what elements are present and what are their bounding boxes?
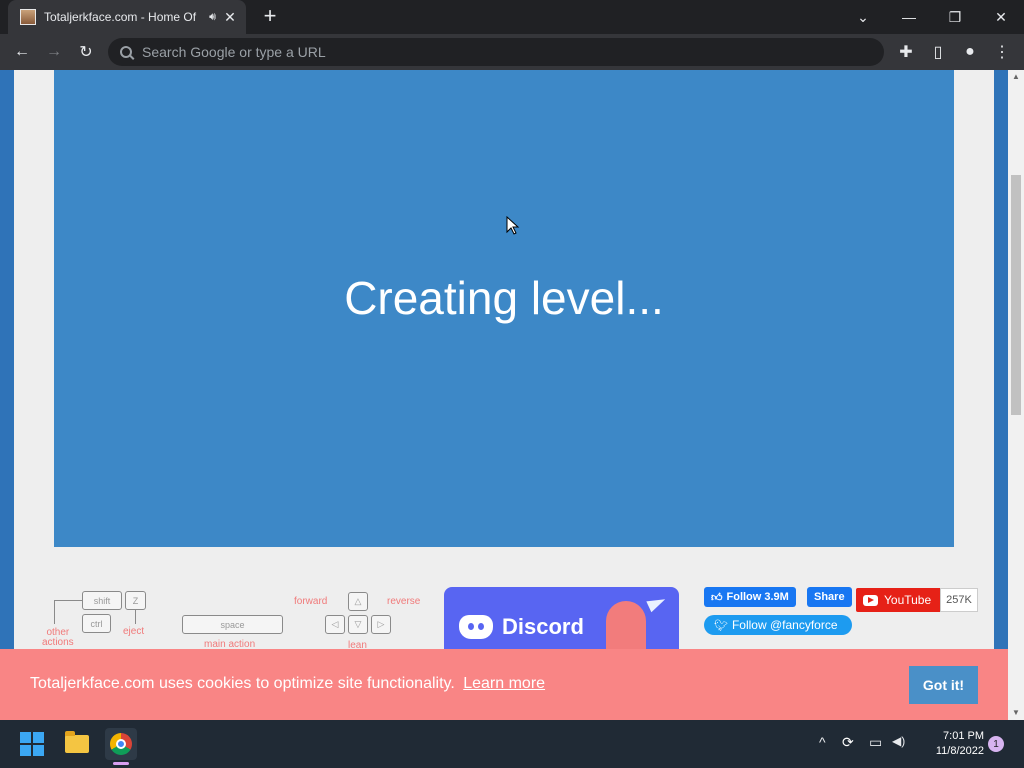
side-panel-icon[interactable]: ▯ <box>922 36 954 68</box>
extensions-icon[interactable]: ✚ <box>890 36 922 68</box>
key-right: ▷ <box>371 615 391 634</box>
taskbar: ^ ⟳ ▭ ◀) 7:01 PM 11/8/2022 1 <box>0 720 1024 768</box>
scroll-down-icon[interactable]: ▼ <box>1008 706 1024 720</box>
twitter-bird-icon: 🐦︎ <box>714 619 728 632</box>
facebook-follow-button[interactable]: 👍︎ Follow 3.9M <box>704 587 796 607</box>
tab-search-icon[interactable]: ⌄ <box>840 0 886 34</box>
tab-strip: Totaljerkface.com - Home Of 🔊︎ ✕ + ⌄ — ❐… <box>0 0 1024 34</box>
paper-plane-icon <box>646 593 668 613</box>
minimize-button[interactable]: — <box>886 0 932 34</box>
youtube-label: YouTube <box>884 593 932 607</box>
reload-button[interactable]: ↻ <box>70 36 102 68</box>
site-favicon-icon <box>20 9 36 25</box>
learn-more-link[interactable]: Learn more <box>463 675 545 692</box>
key-z: Z <box>125 591 146 610</box>
mouse-cursor-icon <box>506 216 520 235</box>
chrome-taskbar-button[interactable] <box>105 728 137 760</box>
folder-icon <box>65 731 89 753</box>
loading-text: Creating level... <box>344 271 664 324</box>
volume-icon[interactable]: ◀) <box>892 734 905 748</box>
cookie-banner: Totaljerkface.com uses cookies to optimi… <box>0 649 1008 720</box>
key-ctrl: ctrl <box>82 614 111 633</box>
network-icon[interactable]: ▭ <box>869 734 882 751</box>
youtube-subscriber-count: 257K <box>940 588 978 612</box>
discord-logo-icon <box>459 615 493 639</box>
menu-icon[interactable]: ⋮ <box>986 36 1018 68</box>
discord-banner[interactable]: Discord <box>444 587 679 657</box>
chrome-icon <box>110 733 132 755</box>
label-reverse: reverse <box>387 596 421 607</box>
start-button[interactable] <box>16 728 48 760</box>
game-canvas[interactable]: Creating level... <box>54 70 954 547</box>
back-button[interactable]: ← <box>6 36 38 68</box>
discord-label: Discord <box>502 614 584 639</box>
label-other-actions: other actions <box>42 627 74 648</box>
cookie-message: Totaljerkface.com uses cookies to optimi… <box>30 675 545 693</box>
sync-icon[interactable]: ⟳ <box>842 734 854 751</box>
key-shift: shift <box>82 591 122 610</box>
twitter-follow-label: Follow @fancyforce <box>731 618 838 632</box>
key-left: ◁ <box>325 615 345 634</box>
cookie-accept-button[interactable]: Got it! <box>909 666 978 704</box>
browser-tab[interactable]: Totaljerkface.com - Home Of 🔊︎ ✕ <box>8 0 246 34</box>
tab-close-icon[interactable]: ✕ <box>222 9 238 26</box>
window-close-button[interactable]: ✕ <box>978 0 1024 34</box>
file-explorer-button[interactable] <box>61 728 93 760</box>
key-down: ▽ <box>348 615 368 634</box>
clock-date: 11/8/2022 <box>935 745 984 757</box>
scroll-thumb[interactable] <box>1011 175 1021 415</box>
omnibox-input[interactable] <box>142 44 842 60</box>
key-up: △ <box>348 592 368 611</box>
window-controls: ⌄ — ❐ ✕ <box>840 0 1024 34</box>
search-icon <box>120 46 132 58</box>
system-clock[interactable]: 7:01 PM 11/8/2022 <box>918 729 984 759</box>
active-app-indicator <box>113 762 129 765</box>
label-eject: eject <box>123 626 145 637</box>
label-forward: forward <box>294 596 328 607</box>
cookie-message-text: Totaljerkface.com uses cookies to optimi… <box>30 675 455 692</box>
facebook-share-button[interactable]: Share <box>807 587 852 607</box>
tray-chevron-icon[interactable]: ^ <box>819 734 826 750</box>
youtube-subscribe-button[interactable]: YouTube <box>856 588 940 612</box>
clock-time: 7:01 PM <box>943 730 984 742</box>
forward-button[interactable]: → <box>38 36 70 68</box>
page-panel: Creating level... shift Z ctrl other act… <box>14 70 994 720</box>
speaker-icon[interactable]: 🔊︎ <box>209 11 216 24</box>
toolbar-right: ✚ ▯ ● ⋮ <box>890 36 1018 68</box>
address-bar[interactable] <box>108 38 884 66</box>
key-space: space <box>182 615 283 634</box>
page-viewport: Creating level... shift Z ctrl other act… <box>0 70 1008 720</box>
twitter-follow-button[interactable]: 🐦︎ Follow @fancyforce <box>704 615 852 635</box>
restore-button[interactable]: ❐ <box>932 0 978 34</box>
windows-logo-icon <box>20 732 44 756</box>
notification-badge[interactable]: 1 <box>988 736 1004 752</box>
tab-title: Totaljerkface.com - Home Of <box>44 10 197 24</box>
new-tab-button[interactable]: + <box>258 5 282 29</box>
profile-icon[interactable]: ● <box>954 36 986 68</box>
page-scrollbar[interactable]: ▲ ▼ <box>1008 70 1024 720</box>
thumbs-up-icon: 👍︎ <box>711 591 723 604</box>
browser-toolbar: ← → ↻ ✚ ▯ ● ⋮ <box>0 34 1024 70</box>
youtube-logo-icon <box>863 594 878 606</box>
scroll-up-icon[interactable]: ▲ <box>1008 70 1024 84</box>
facebook-follow-label: Follow 3.9M <box>726 591 789 603</box>
